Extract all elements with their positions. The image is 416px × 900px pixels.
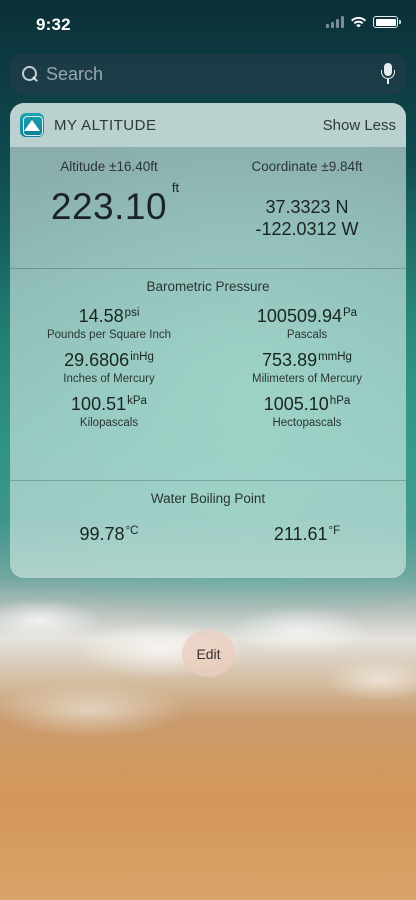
coordinate-label: Coordinate ±9.84ft [251, 159, 363, 174]
battery-icon [373, 16, 401, 28]
search-input[interactable] [46, 63, 380, 85]
fahrenheit-value: 211.61 [273, 524, 328, 544]
widget-header: MY ALTITUDE Show Less [10, 103, 406, 147]
psi-label: Pounds per Square Inch [46, 329, 172, 341]
celsius-unit: °C [125, 525, 139, 537]
boiling-title: Water Boiling Point [150, 491, 266, 506]
pressure-hpa: 1005.10hPa Hectopascals [208, 394, 406, 429]
longitude-value: -122.0312 W [255, 219, 359, 239]
altitude-value: 223.10 [50, 186, 168, 227]
coordinate-block: Coordinate ±9.84ft 37.3323 N -122.0312 W [208, 147, 406, 268]
altitude-unit: ft [171, 180, 180, 195]
barometric-pressure-section: Barometric Pressure 14.58psi Pounds per … [10, 269, 406, 480]
status-time: 9:32 [36, 15, 71, 34]
water-boiling-section: Water Boiling Point 99.78°C 211.61°F [10, 481, 406, 578]
latitude-value: 37.3323 N [265, 197, 349, 217]
search-bar[interactable] [10, 54, 406, 94]
show-less-button[interactable]: Show Less [323, 117, 396, 134]
altitude-section: Altitude ±16.40ft 223.10 ft Coordinate ±… [10, 147, 406, 268]
microphone-icon[interactable] [380, 63, 396, 85]
kpa-label: Kilopascals [79, 417, 139, 429]
celsius-value: 99.78 [79, 524, 125, 544]
wifi-icon [351, 16, 366, 28]
hpa-label: Hectopascals [272, 417, 342, 429]
mmhg-label: Milimeters of Mercury [252, 373, 362, 385]
boiling-fahrenheit: 211.61°F [208, 524, 406, 545]
pressure-psi: 14.58psi Pounds per Square Inch [10, 306, 208, 341]
status-bar: 9:32 [0, 0, 416, 50]
psi-unit: psi [124, 307, 140, 319]
search-icon [20, 64, 40, 84]
mountain-app-icon [20, 113, 44, 137]
inhg-value: 29.6806 [64, 350, 130, 370]
pa-unit: Pa [343, 307, 358, 319]
status-icons [326, 16, 401, 28]
cellular-signal-icon [326, 16, 344, 28]
pressure-inhg: 29.6806inHg Inches of Mercury [10, 350, 208, 385]
pa-value: 100509.94 [256, 306, 342, 326]
mmhg-unit: mmHg [318, 351, 352, 363]
altitude-widget: MY ALTITUDE Show Less Altitude ±16.40ft … [10, 103, 406, 578]
pressure-title: Barometric Pressure [146, 279, 270, 294]
fahrenheit-unit: °F [328, 525, 341, 537]
mmhg-value: 753.89 [262, 350, 318, 370]
inhg-label: Inches of Mercury [63, 373, 155, 385]
boiling-celsius: 99.78°C [10, 524, 208, 545]
widget-title: MY ALTITUDE [54, 116, 157, 134]
kpa-unit: kPa [127, 395, 147, 407]
pressure-kpa: 100.51kPa Kilopascals [10, 394, 208, 429]
pa-label: Pascals [286, 329, 328, 341]
kpa-value: 100.51 [71, 394, 127, 414]
altitude-block: Altitude ±16.40ft 223.10 ft [10, 147, 208, 268]
edit-button[interactable]: Edit [182, 630, 235, 677]
pressure-pa: 100509.94Pa Pascals [208, 306, 406, 341]
psi-value: 14.58 [78, 306, 124, 326]
altitude-label: Altitude ±16.40ft [60, 159, 158, 174]
hpa-unit: hPa [329, 395, 351, 407]
pressure-mmhg: 753.89mmHg Milimeters of Mercury [208, 350, 406, 385]
wallpaper-sand [0, 740, 416, 900]
hpa-value: 1005.10 [263, 394, 329, 414]
inhg-unit: inHg [130, 351, 154, 363]
